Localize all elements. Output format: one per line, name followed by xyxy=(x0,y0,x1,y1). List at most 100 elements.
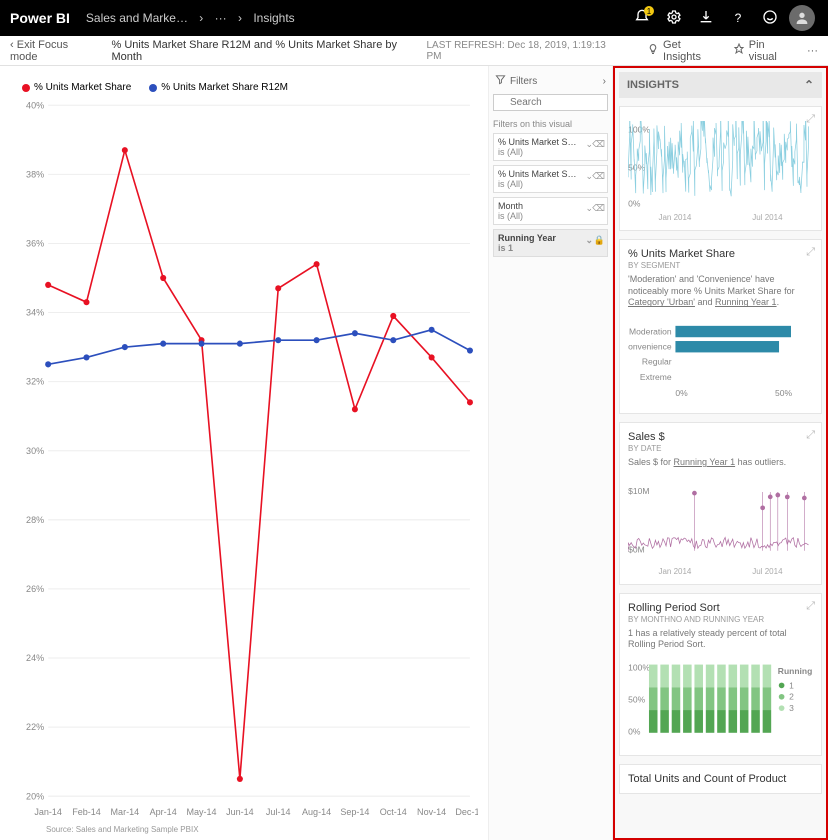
svg-text:Moderation: Moderation xyxy=(629,326,672,336)
chart-panel: % Units Market Share % Units Market Shar… xyxy=(0,66,488,840)
clear-filter-icon[interactable]: ⌫ xyxy=(592,171,605,182)
filter-card[interactable]: % Units Market Shareis (All)⌄⌫ xyxy=(493,133,608,161)
help-icon: ? xyxy=(735,11,742,25)
insight-card[interactable]: Rolling Period SortBY MONTHNO AND RUNNIN… xyxy=(619,593,822,756)
svg-text:Mar-14: Mar-14 xyxy=(111,807,140,817)
insight-mini-chart: ModerationConvenienceRegularExtreme0%50% xyxy=(628,315,813,405)
svg-text:38%: 38% xyxy=(26,169,44,179)
legend-item-b: % Units Market Share R12M xyxy=(149,82,288,93)
svg-text:28%: 28% xyxy=(26,515,44,525)
pin-insight-icon[interactable]: ⤢ xyxy=(806,600,815,613)
feedback-button[interactable] xyxy=(754,2,786,34)
svg-text:Jul-14: Jul-14 xyxy=(266,807,291,817)
insight-mini-chart: 100% 50% 0% Running Year123 xyxy=(628,657,813,747)
filter-name: % Units Market Share xyxy=(498,137,580,147)
insight-card-next[interactable]: Total Units and Count of Product xyxy=(619,764,822,794)
svg-text:Jun-14: Jun-14 xyxy=(226,807,254,817)
svg-text:Dec-14: Dec-14 xyxy=(455,807,478,817)
insight-mini-chart: $10M $0M xyxy=(628,475,813,565)
chevron-right-icon: › xyxy=(603,76,606,87)
insights-header[interactable]: INSIGHTS ⌃ xyxy=(619,72,822,98)
clear-filter-icon[interactable]: ⌫ xyxy=(592,139,605,150)
filter-name: % Units Market Share R12M xyxy=(498,169,580,179)
line-chart[interactable]: 20%22%24%26%28%30%32%34%36%38%40%Jan-14F… xyxy=(16,97,478,821)
avatar xyxy=(789,5,815,31)
insight-card[interactable]: ⤢ 100% 50% 0% Jan 2014Jul 2014 xyxy=(619,106,822,231)
svg-text:20%: 20% xyxy=(26,791,44,801)
filters-section-label: Filters on this visual xyxy=(493,119,608,129)
main-area: % Units Market Share % Units Market Shar… xyxy=(0,66,828,840)
clear-filter-icon[interactable]: 🔒 xyxy=(594,235,605,246)
exit-focus-mode-button[interactable]: ‹ Exit Focus mode xyxy=(10,39,98,63)
breadcrumb-page[interactable]: Insights xyxy=(253,11,294,25)
svg-text:50%: 50% xyxy=(775,388,792,398)
pin-icon xyxy=(733,43,745,58)
notifications-button[interactable]: 1 xyxy=(626,2,658,34)
filter-name: Running Year xyxy=(498,233,580,243)
legend-dot-b xyxy=(149,84,157,92)
help-button[interactable]: ? xyxy=(722,2,754,34)
legend-dot-a xyxy=(22,84,30,92)
svg-text:0%: 0% xyxy=(675,388,688,398)
more-options-button[interactable]: ··· xyxy=(807,45,818,57)
settings-button[interactable] xyxy=(658,2,690,34)
filter-card[interactable]: % Units Market Share R12Mis (All)⌄⌫ xyxy=(493,165,608,193)
insight-title: Rolling Period Sort xyxy=(628,602,813,614)
svg-text:Regular: Regular xyxy=(642,357,672,367)
notification-badge: 1 xyxy=(644,6,654,16)
chevron-down-icon: ⌄ xyxy=(585,235,593,246)
svg-text:26%: 26% xyxy=(26,584,44,594)
profile-button[interactable] xyxy=(786,2,818,34)
svg-text:100%: 100% xyxy=(628,662,650,672)
insight-card[interactable]: % Units Market ShareBY SEGMENT'Moderatio… xyxy=(619,239,822,414)
insight-title: Sales $ xyxy=(628,431,813,443)
lightbulb-icon xyxy=(647,43,659,58)
insight-card[interactable]: Sales $BY DATE Sales $ for Running Year 1… xyxy=(619,422,822,585)
download-icon xyxy=(698,9,714,28)
svg-text:Apr-14: Apr-14 xyxy=(150,807,177,817)
breadcrumb: Sales and Marke… › ··· › Insights xyxy=(82,11,299,25)
filter-search-input[interactable] xyxy=(493,94,608,111)
focus-mode-toolbar: ‹ Exit Focus mode % Units Market Share R… xyxy=(0,36,828,66)
filter-name: Month xyxy=(498,201,580,211)
pin-insight-icon[interactable]: ⤢ xyxy=(806,113,815,126)
pin-insight-icon[interactable]: ⤢ xyxy=(806,246,815,259)
filters-header[interactable]: Filters › xyxy=(493,72,608,90)
svg-text:36%: 36% xyxy=(26,238,44,248)
svg-text:Convenience: Convenience xyxy=(628,342,672,352)
insights-panel: INSIGHTS ⌃ ⤢ 100% 50% 0% Jan 2014Jul 201… xyxy=(613,66,828,840)
svg-text:Aug-14: Aug-14 xyxy=(302,807,331,817)
legend-item-a: % Units Market Share xyxy=(22,82,131,93)
clear-filter-icon[interactable]: ⌫ xyxy=(592,203,605,214)
svg-text:Sep-14: Sep-14 xyxy=(340,807,369,817)
insight-x-labels: Jan 2014Jul 2014 xyxy=(628,567,813,576)
svg-text:Oct-14: Oct-14 xyxy=(380,807,407,817)
svg-text:30%: 30% xyxy=(26,446,44,456)
filter-card[interactable]: Monthis (All)⌄⌫ xyxy=(493,197,608,225)
brand-label: Power BI xyxy=(10,10,70,26)
filters-panel: Filters › ⌕ Filters on this visual % Uni… xyxy=(488,66,613,840)
insight-x-labels: Jan 2014Jul 2014 xyxy=(628,213,813,222)
insight-subtitle: BY DATE xyxy=(628,444,813,453)
get-insights-button[interactable]: Get Insights xyxy=(647,39,721,63)
filter-card[interactable]: Running Yearis 1⌄🔒 xyxy=(493,229,608,257)
insight-description: 'Moderation' and 'Convenience' have noti… xyxy=(628,274,813,309)
visual-title: % Units Market Share R12M and % Units Ma… xyxy=(112,39,427,63)
gear-icon xyxy=(666,9,682,28)
smile-icon xyxy=(762,9,778,28)
svg-text:100%: 100% xyxy=(628,124,650,134)
chevron-up-icon: ⌃ xyxy=(804,78,814,92)
svg-text:0%: 0% xyxy=(628,727,641,737)
svg-text:Running Year: Running Year xyxy=(778,666,813,676)
pin-insight-icon[interactable]: ⤢ xyxy=(806,429,815,442)
svg-text:24%: 24% xyxy=(26,653,44,663)
download-button[interactable] xyxy=(690,2,722,34)
insight-description: 1 has a relatively steady percent of tot… xyxy=(628,628,813,651)
svg-text:40%: 40% xyxy=(26,100,44,110)
pin-visual-button[interactable]: Pin visual xyxy=(733,39,795,63)
breadcrumb-workspace[interactable]: Sales and Marke… xyxy=(86,11,188,25)
svg-text:32%: 32% xyxy=(26,377,44,387)
svg-text:50%: 50% xyxy=(628,695,645,705)
svg-text:22%: 22% xyxy=(26,722,44,732)
insight-description: Sales $ for Running Year 1 has outliers. xyxy=(628,457,813,469)
